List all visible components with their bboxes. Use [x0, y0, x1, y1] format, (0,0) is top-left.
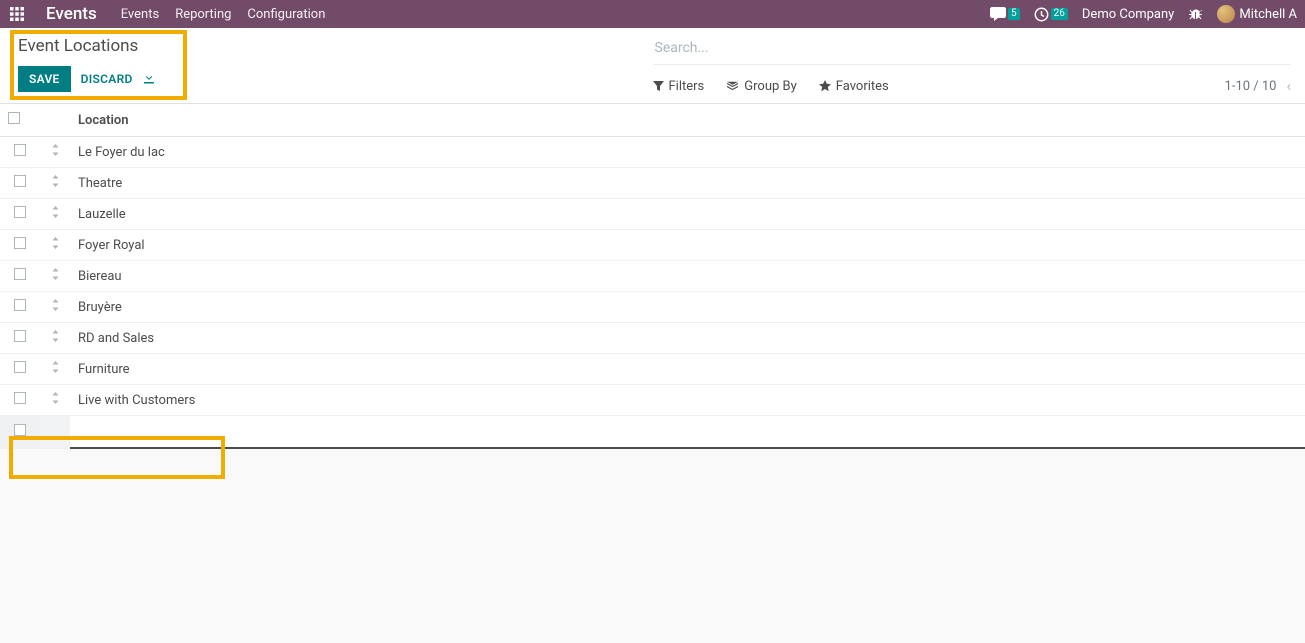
row-checkbox[interactable]: [14, 206, 26, 218]
drag-handle-icon[interactable]: [51, 238, 60, 253]
export-icon[interactable]: [143, 71, 155, 88]
app-brand[interactable]: Events: [46, 4, 97, 24]
location-cell: Lauzelle: [78, 207, 126, 222]
location-cell: Foyer Royal: [78, 238, 145, 253]
activities-badge: 26: [1051, 8, 1068, 20]
locations-table: Location Le Foyer du lac Theatre Lauzelle F…: [0, 104, 1305, 449]
filters-button[interactable]: Filters: [653, 79, 705, 94]
pager-range[interactable]: 1-10 / 10: [1225, 79, 1277, 94]
table-row[interactable]: Biereau: [0, 261, 1305, 292]
table-row[interactable]: RD and Sales: [0, 323, 1305, 354]
filters-label: Filters: [669, 79, 705, 94]
control-panel: Event Locations SAVE DISCARD Filters Gro…: [0, 28, 1305, 104]
table-row[interactable]: Bruyère: [0, 292, 1305, 323]
group-by-label: Group By: [744, 79, 797, 94]
location-cell: Theatre: [78, 176, 122, 191]
user-menu[interactable]: Mitchell A: [1217, 5, 1297, 23]
discard-button[interactable]: DISCARD: [81, 72, 133, 86]
column-header-location[interactable]: Location: [70, 104, 1305, 137]
location-cell: RD and Sales: [78, 331, 154, 346]
drag-handle-icon[interactable]: [51, 362, 60, 377]
drag-handle-icon[interactable]: [51, 300, 60, 315]
row-checkbox[interactable]: [14, 361, 26, 373]
table-row[interactable]: Live with Customers: [0, 385, 1305, 416]
search-input[interactable]: [653, 36, 1292, 60]
location-cell: Le Foyer du lac: [78, 145, 165, 160]
breadcrumb: Event Locations: [14, 36, 653, 56]
row-checkbox[interactable]: [14, 392, 26, 404]
menu-configuration[interactable]: Configuration: [247, 7, 325, 22]
pager-prev-icon[interactable]: ‹: [1286, 77, 1291, 95]
table-row-new[interactable]: [0, 416, 1305, 449]
menu-reporting[interactable]: Reporting: [175, 7, 231, 22]
table-row[interactable]: Le Foyer du lac: [0, 137, 1305, 168]
drag-handle-icon[interactable]: [51, 145, 60, 160]
table-row[interactable]: Furniture: [0, 354, 1305, 385]
row-checkbox[interactable]: [14, 144, 26, 156]
activities-icon[interactable]: 26: [1034, 7, 1068, 22]
row-checkbox[interactable]: [14, 330, 26, 342]
messages-icon[interactable]: 5: [990, 7, 1020, 21]
drag-handle-icon[interactable]: [51, 207, 60, 222]
drag-handle-icon[interactable]: [51, 176, 60, 191]
row-checkbox[interactable]: [14, 268, 26, 280]
drag-handle-icon[interactable]: [51, 331, 60, 346]
menu-events[interactable]: Events: [121, 7, 159, 22]
new-location-input[interactable]: [78, 423, 1297, 440]
location-cell: Live with Customers: [78, 393, 195, 408]
row-checkbox[interactable]: [14, 299, 26, 311]
location-cell: Bruyère: [78, 300, 122, 315]
debug-icon[interactable]: [1188, 7, 1203, 22]
row-checkbox[interactable]: [14, 237, 26, 249]
top-navbar: Events Events Reporting Configuration 5 …: [0, 0, 1305, 28]
favorites-button[interactable]: Favorites: [819, 79, 889, 94]
select-all-checkbox[interactable]: [8, 112, 20, 124]
favorites-label: Favorites: [836, 79, 889, 94]
row-checkbox[interactable]: [14, 175, 26, 187]
messages-badge: 5: [1008, 8, 1020, 20]
apps-icon[interactable]: [8, 0, 26, 28]
location-cell: Furniture: [78, 362, 130, 377]
row-checkbox[interactable]: [14, 424, 26, 436]
table-row[interactable]: Foyer Royal: [0, 230, 1305, 261]
avatar: [1217, 5, 1235, 23]
table-row[interactable]: Lauzelle: [0, 199, 1305, 230]
location-cell: Biereau: [78, 269, 122, 284]
user-name: Mitchell A: [1239, 7, 1297, 22]
drag-handle-icon[interactable]: [51, 393, 60, 408]
table-row[interactable]: Theatre: [0, 168, 1305, 199]
save-button[interactable]: SAVE: [18, 66, 71, 92]
company-switcher[interactable]: Demo Company: [1082, 7, 1174, 22]
group-by-button[interactable]: Group By: [726, 79, 797, 94]
drag-handle-icon[interactable]: [51, 269, 60, 284]
